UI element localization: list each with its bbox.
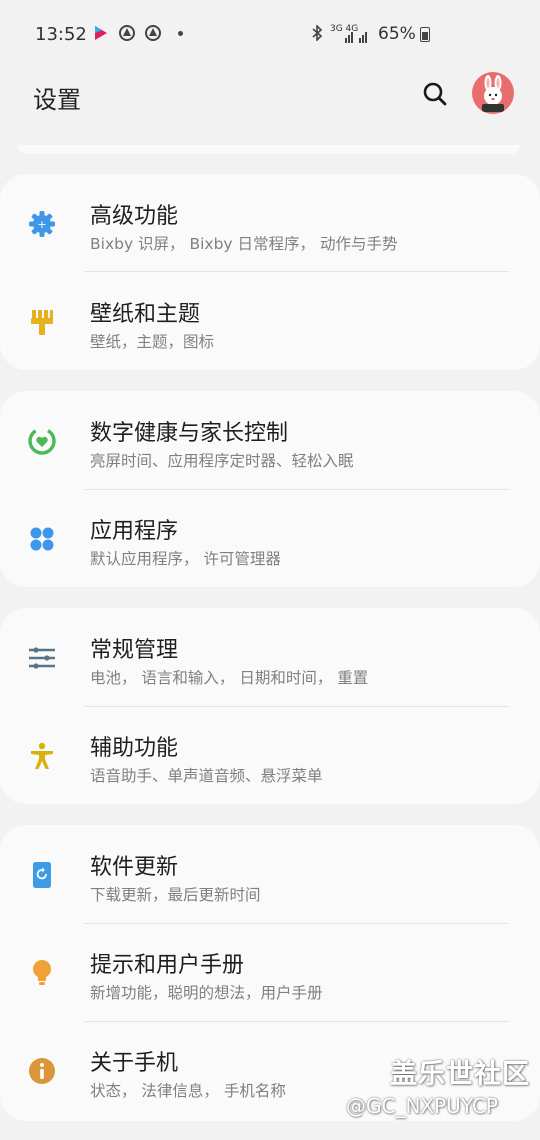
wellbeing-icon	[26, 425, 58, 457]
status-time: 13:52	[35, 24, 87, 45]
item-subtitle: Bixby 识屏， Bixby 日常程序， 动作与手势	[90, 235, 398, 253]
status-bar: 13:52 3G 4G 65%	[0, 0, 540, 68]
rabbit-avatar-icon	[482, 75, 504, 112]
settings-header: 设置	[0, 68, 540, 128]
bluetooth-icon	[311, 24, 323, 45]
profile-avatar[interactable]	[472, 72, 514, 114]
software-update-icon	[26, 859, 58, 891]
settings-item-software-update[interactable]: 软件更新 下载更新，最后更新时间	[0, 825, 540, 923]
more-notifications-dot	[178, 30, 183, 36]
item-title: 应用程序	[90, 519, 179, 544]
info-icon	[26, 1055, 58, 1087]
youku-app-icon	[92, 24, 110, 42]
item-title: 软件更新	[90, 855, 179, 880]
item-title: 数字健康与家长控制	[90, 421, 289, 446]
item-title: 提示和用户手册	[90, 953, 245, 978]
watermark-handle: @GC_NXPUYCP	[346, 1094, 498, 1118]
item-subtitle: 电池， 语言和输入， 日期和时间， 重置	[90, 669, 369, 687]
app-notification-icon	[144, 24, 162, 42]
search-icon	[423, 82, 447, 106]
item-title: 壁纸和主题	[90, 302, 201, 327]
paintbrush-icon	[26, 306, 58, 338]
item-subtitle: 下载更新，最后更新时间	[90, 886, 261, 904]
svg-text:+: +	[37, 218, 46, 231]
item-title: 辅助功能	[90, 736, 179, 761]
search-button[interactable]	[420, 79, 450, 109]
battery-percentage: 65%	[378, 24, 416, 44]
item-subtitle: 亮屏时间、应用程序定时器、轻松入眠	[90, 452, 354, 470]
item-subtitle: 状态， 法律信息， 手机名称	[90, 1082, 286, 1100]
accessibility-icon	[26, 740, 58, 772]
settings-group-3: 常规管理 电池， 语言和输入， 日期和时间， 重置 辅助功能 语音助手、单声道音…	[0, 608, 540, 804]
previous-card-edge	[18, 145, 520, 154]
settings-group-1: + 高级功能 Bixby 识屏， Bixby 日常程序， 动作与手势 壁纸和主题…	[0, 174, 540, 370]
page-title: 设置	[33, 86, 81, 114]
item-subtitle: 语音助手、单声道音频、悬浮菜单	[90, 767, 323, 785]
item-title: 常规管理	[90, 638, 179, 663]
item-subtitle: 默认应用程序， 许可管理器	[90, 550, 281, 568]
item-subtitle: 新增功能，聪明的想法，用户手册	[90, 984, 323, 1002]
apps-icon	[26, 523, 58, 555]
item-title: 高级功能	[90, 204, 179, 229]
settings-group-2: 数字健康与家长控制 亮屏时间、应用程序定时器、轻松入眠 应用程序 默认应用程序，…	[0, 391, 540, 587]
settings-item-accessibility[interactable]: 辅助功能 语音助手、单声道音频、悬浮菜单	[0, 706, 540, 804]
settings-item-general-management[interactable]: 常规管理 电池， 语言和输入， 日期和时间， 重置	[0, 608, 540, 706]
app-notification-icon	[118, 24, 136, 42]
item-subtitle: 壁纸，主题，图标	[90, 333, 215, 351]
lightbulb-icon	[26, 957, 58, 989]
settings-item-advanced-features[interactable]: + 高级功能 Bixby 识屏， Bixby 日常程序， 动作与手势	[0, 174, 540, 272]
settings-item-apps[interactable]: 应用程序 默认应用程序， 许可管理器	[0, 489, 540, 587]
item-title: 关于手机	[90, 1051, 179, 1076]
gear-icon: +	[26, 208, 58, 240]
settings-item-digital-wellbeing[interactable]: 数字健康与家长控制 亮屏时间、应用程序定时器、轻松入眠	[0, 391, 540, 489]
battery-icon	[420, 27, 430, 42]
signal-bars-icon	[345, 28, 371, 47]
status-notification-icons	[92, 24, 183, 42]
watermark-title: 盖乐世社区	[390, 1059, 530, 1090]
settings-item-wallpaper-themes[interactable]: 壁纸和主题 壁纸，主题，图标	[0, 272, 540, 370]
sliders-icon	[26, 642, 58, 674]
settings-item-tips-user-manual[interactable]: 提示和用户手册 新增功能，聪明的想法，用户手册	[0, 923, 540, 1021]
